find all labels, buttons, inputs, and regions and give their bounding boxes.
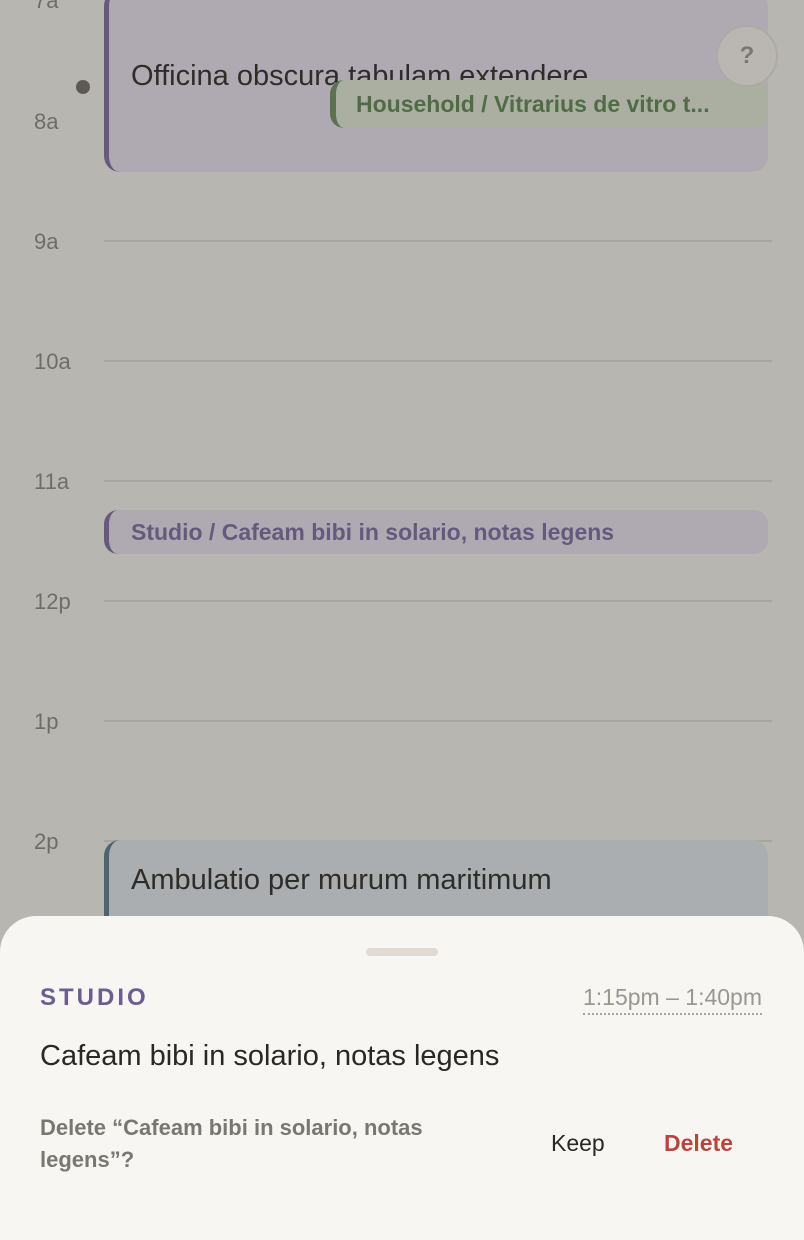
event-detail-sheet: STUDIO 1:15pm – 1:40pm Cafeam bibi in so… [0, 916, 804, 1240]
delete-button[interactable]: Delete [664, 1130, 733, 1157]
delete-confirm-prompt: Delete “Cafeam bibi in solario, notas le… [40, 1115, 423, 1172]
sheet-time-range[interactable]: 1:15pm – 1:40pm [582, 984, 762, 1015]
sheet-event-title: Cafeam bibi in solario, notas legens [40, 1040, 500, 1072]
sheet-grabber-handle[interactable] [366, 948, 438, 956]
sheet-category-label: STUDIO [40, 984, 149, 1011]
keep-button[interactable]: Keep [551, 1130, 605, 1157]
